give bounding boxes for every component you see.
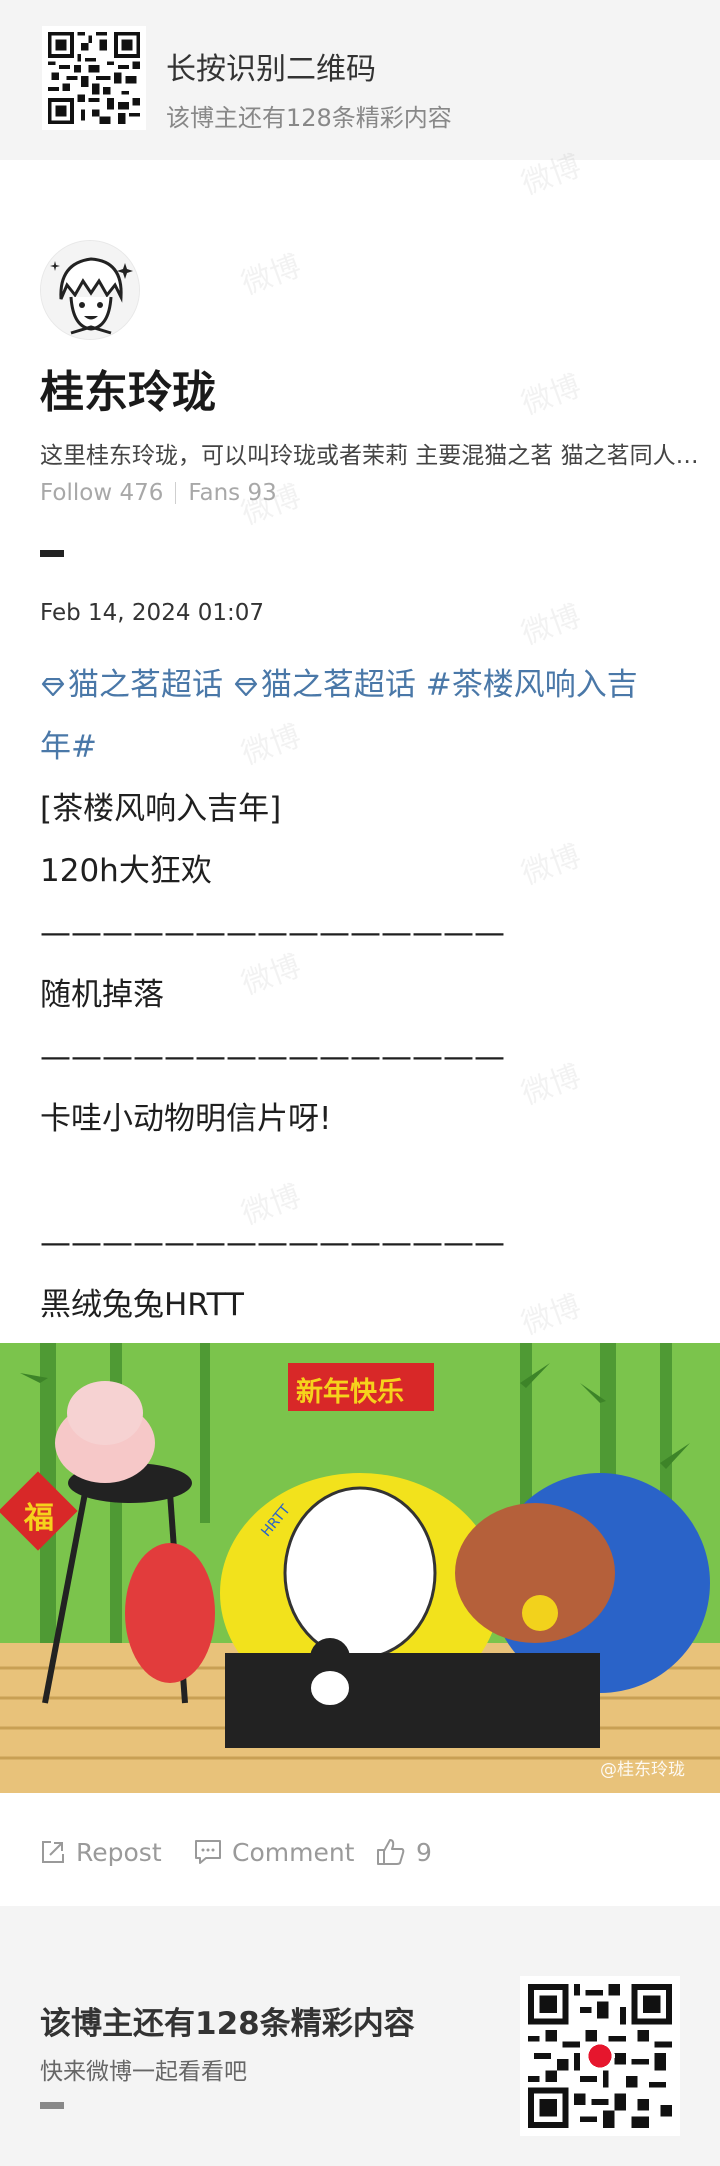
topic-line: 猫之茗超话 猫之茗超话 #茶楼风响入吉 — [40, 654, 690, 716]
bottom-indicator — [40, 2102, 64, 2109]
bottom-banner-subtitle: 快来微博一起看看吧 — [40, 2059, 247, 2085]
fans-count[interactable]: Fans 93 — [188, 480, 276, 506]
post-divider-line: ——————————————— — [40, 1225, 505, 1261]
post-text-line: 随机掉落 — [40, 977, 164, 1013]
bottom-qr-banner[interactable]: 该博主还有128条精彩内容 快来微博一起看看吧 — [0, 1906, 720, 2166]
comment-label: Comment — [232, 1837, 355, 1867]
author-name[interactable]: 桂东玲珑 — [40, 356, 216, 420]
thumbs-up-icon — [377, 1839, 405, 1865]
avatar-icon — [41, 241, 139, 339]
post-divider-line: ——————————————— — [40, 915, 505, 951]
author-stats: Follow 476 Fans 93 — [40, 480, 277, 506]
repost-icon — [42, 1841, 64, 1863]
image-banner-text: 新年快乐 — [296, 1377, 404, 1408]
comment-icon — [195, 1840, 221, 1864]
top-banner-subtitle: 该博主还有128条精彩内容 — [166, 104, 452, 132]
section-indicator — [40, 550, 64, 557]
diamond-icon — [234, 677, 257, 696]
post-text-line: [茶楼风响入吉年] — [40, 791, 282, 827]
post-text-line: 120h大狂欢 — [40, 853, 212, 889]
qr-code-icon — [42, 26, 146, 130]
follow-count[interactable]: Follow 476 — [40, 480, 163, 506]
post-divider-line: ——————————————— — [40, 1039, 505, 1075]
bottom-banner-title: 该博主还有128条精彩内容 — [40, 2006, 415, 2042]
hashtag-link[interactable]: #茶楼风响入吉 — [426, 667, 638, 703]
comment-button[interactable]: Comment — [194, 1820, 355, 1884]
post-image[interactable]: 新年快乐 福 HRTT @桂东玲珑 — [0, 1343, 720, 1793]
watermark-text: 微博 — [517, 368, 586, 422]
like-count: 9 — [416, 1837, 432, 1867]
image-watermark: @桂东玲珑 — [600, 1760, 685, 1780]
hashtag-link-continued[interactable]: 年# — [40, 729, 97, 765]
top-banner-title: 长按识别二维码 — [166, 52, 376, 87]
post-date: Feb 14, 2024 01:07 — [40, 600, 265, 626]
stats-divider — [175, 482, 177, 504]
post-text-line: 黑绒兔兔HRTT — [40, 1287, 244, 1323]
super-topic-link[interactable]: 猫之茗超话 — [233, 667, 426, 703]
top-qr-banner[interactable]: 长按识别二维码 该博主还有128条精彩内容 — [0, 0, 720, 160]
super-topic-label: 猫之茗超话 — [68, 667, 223, 703]
post-text-line: 卡哇小动物明信片呀! — [40, 1101, 332, 1137]
post-body: 猫之茗超话 猫之茗超话 #茶楼风响入吉 年# [茶楼风响入吉年] 120h大狂欢… — [40, 654, 690, 1336]
like-button[interactable]: 9 — [376, 1820, 432, 1884]
super-topic-link[interactable]: 猫之茗超话 — [40, 667, 233, 703]
avatar[interactable] — [40, 240, 140, 340]
repost-button[interactable]: Repost — [40, 1820, 162, 1884]
repost-label: Repost — [76, 1837, 162, 1867]
action-bar: Repost Comment 9 — [0, 1820, 720, 1884]
diamond-icon — [41, 677, 65, 696]
image-fu-text: 福 — [24, 1501, 54, 1536]
super-topic-label: 猫之茗超话 — [260, 667, 416, 703]
qr-code-icon — [520, 1976, 680, 2136]
watermark-text: 微博 — [517, 598, 586, 652]
watermark-text: 微博 — [237, 248, 306, 302]
author-bio: 这里桂东玲珑，可以叫玲珑或者茉莉 主要混猫之茗 猫之茗同人绘画 — [40, 443, 710, 469]
